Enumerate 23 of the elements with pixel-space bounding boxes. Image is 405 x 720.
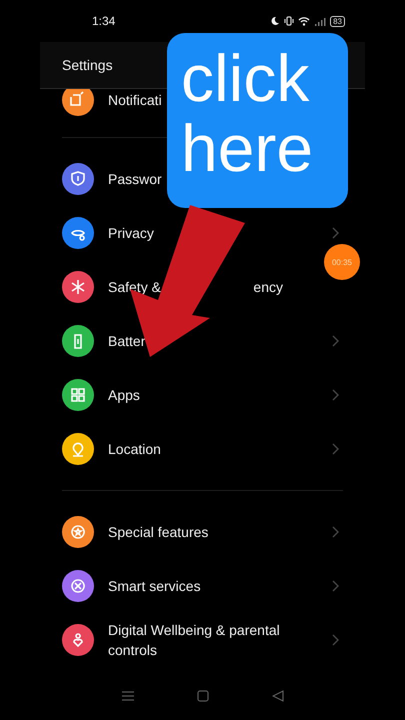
- item-label[interactable]: Location: [108, 439, 161, 459]
- item-label: ency: [253, 279, 283, 295]
- timer-badge: 00:35: [324, 244, 360, 280]
- vibrate-icon: [284, 16, 294, 26]
- callout-label: click here: [167, 33, 348, 208]
- item-label[interactable]: Special features: [108, 522, 208, 542]
- item-label[interactable]: Smart services: [108, 576, 201, 596]
- status-time: 1:34: [92, 14, 116, 28]
- item-label[interactable]: Digital Wellbeing & parental controls: [108, 620, 317, 660]
- item-label[interactable]: Privacy: [108, 223, 154, 243]
- item-label[interactable]: Batter: [108, 331, 146, 351]
- item-label[interactable]: Apps: [108, 385, 140, 405]
- signal-icon: [314, 16, 326, 26]
- page-title: Settings: [62, 57, 113, 73]
- back-icon[interactable]: [272, 690, 284, 702]
- wifi-icon: [298, 16, 310, 26]
- home-icon[interactable]: [196, 690, 208, 702]
- battery-level: 83: [330, 16, 345, 26]
- item-label[interactable]: Notificati: [108, 90, 162, 110]
- menu-icon[interactable]: [122, 690, 134, 702]
- item-label[interactable]: Passwor: [108, 169, 162, 189]
- item-label[interactable]: Safety &: [108, 277, 161, 297]
- moon-icon: [270, 16, 280, 26]
